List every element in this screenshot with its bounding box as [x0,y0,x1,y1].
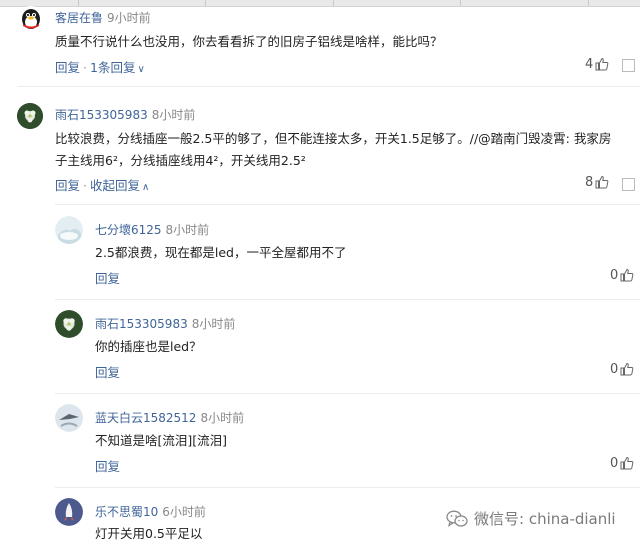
tab-separator [333,0,334,6]
username-link[interactable]: 蓝天白云1582512 [95,411,196,425]
thumbs-up-icon [620,268,634,282]
penguin-avatar-icon [22,9,40,29]
like-count: 0 [610,268,619,283]
separator-dot: · [83,178,87,193]
reply-actions: 回复 [95,268,120,287]
reply-actions: 回复 [95,456,120,475]
flower-avatar-icon [17,103,43,129]
divider [55,393,640,394]
tab-separator [588,0,589,6]
like-count: 0 [610,456,619,471]
divider [18,86,640,87]
chevron-up-icon: ∧ [142,182,150,193]
reply-link[interactable]: 回复 [95,271,120,286]
like-count: 4 [585,57,594,72]
thumbs-up-icon [595,175,609,189]
like-button[interactable]: 0 [610,362,634,377]
username-link[interactable]: 雨石153305983 [95,317,188,331]
bird-avatar-icon [55,404,83,432]
like-count: 0 [610,362,619,377]
comment-text: 质量不行说什么也没用，你去看看拆了的旧房子铝线是啥样，能比吗？ [55,34,443,49]
avatar[interactable] [55,404,83,432]
comment-text-line: 比较浪费，分线插座一般2.5平的够了，但不能连接太多，开关1.5足够了。//@踏… [55,131,612,146]
more-icon[interactable] [622,59,635,72]
like-button[interactable]: 0 [610,268,634,283]
rocket-avatar-icon [55,498,83,526]
divider [55,204,640,205]
comment-actions: 回复 · 1条回复 ∨ [55,57,145,76]
timestamp: 8小时前 [191,317,236,331]
avatar[interactable] [55,216,83,244]
browser-tab-strip [0,0,640,7]
tab-separator [460,0,461,6]
reply-meta: 乐不思蜀10 6小时前 [95,503,206,520]
timestamp: 9小时前 [107,11,151,25]
timestamp: 8小时前 [200,411,245,425]
reply-thread-toggle[interactable]: 收起回复 ∧ [90,178,149,193]
timestamp: 8小时前 [151,108,196,122]
avatar[interactable] [19,6,43,30]
separator-dot: · [83,60,87,75]
chevron-down-icon: ∨ [137,64,145,75]
reply-link[interactable]: 回复 [95,365,120,380]
landscape-avatar-icon [55,216,83,244]
comment-text-line: 子主线用6²，分线插座线用4²，开关线用2.5² [55,153,306,168]
username-link[interactable]: 客居在鲁 [55,11,103,25]
divider [55,299,640,300]
reply-meta: 蓝天白云1582512 8小时前 [95,409,244,426]
divider [55,487,640,488]
reply-thread-toggle[interactable]: 1条回复 ∨ [90,60,145,75]
thumbs-up-icon [620,456,634,470]
reply-link[interactable]: 回复 [55,178,80,193]
reply-actions: 回复 [95,362,120,381]
reply-meta: 七分壞6125 8小时前 [95,221,209,238]
comment-text: 比较浪费，分线插座一般2.5平的够了，但不能连接太多，开关1.5足够了。//@踏… [55,128,640,172]
username-link[interactable]: 七分壞6125 [95,223,162,237]
username-link[interactable]: 乐不思蜀10 [95,505,158,519]
comment-actions: 回复 · 收起回复 ∧ [55,175,149,194]
reply-count-label: 1条回复 [90,60,136,75]
comment-meta: 客居在鲁 9小时前 [55,9,151,26]
reply-meta: 雨石153305983 8小时前 [95,315,235,332]
username-link[interactable]: 雨石153305983 [55,108,148,122]
timestamp: 8小时前 [165,223,210,237]
avatar[interactable] [17,103,43,129]
reply-text: 你的插座也是led？ [95,339,202,354]
reply-text: 2.5都浪费，现在都是led，一平全屋都用不了 [95,245,347,260]
tab-separator [205,0,206,6]
like-button[interactable]: 4 [585,57,609,72]
more-icon[interactable] [622,178,635,191]
reply-link[interactable]: 回复 [55,60,80,75]
thumbs-up-icon [620,362,634,376]
reply-text: 灯开关用0.5平足以 [95,526,203,541]
like-button[interactable]: 0 [610,456,634,471]
wechat-id-label: 微信号: china-dianli [474,510,616,528]
flower-avatar-icon [55,310,83,338]
timestamp: 6小时前 [162,505,206,519]
wechat-icon [446,510,468,528]
tab-separator [78,0,79,6]
comment-meta: 雨石153305983 8小时前 [55,106,195,123]
collapse-replies-label: 收起回复 [90,178,141,193]
thumbs-up-icon [595,57,609,71]
like-count: 8 [585,175,594,190]
like-button[interactable]: 8 [585,175,609,190]
reply-link[interactable]: 回复 [95,459,120,474]
avatar[interactable] [55,310,83,338]
wechat-watermark: 微信号: china-dianli [446,508,616,529]
avatar[interactable] [55,498,83,526]
reply-text: 不知道是啥[流泪][流泪] [95,433,228,448]
